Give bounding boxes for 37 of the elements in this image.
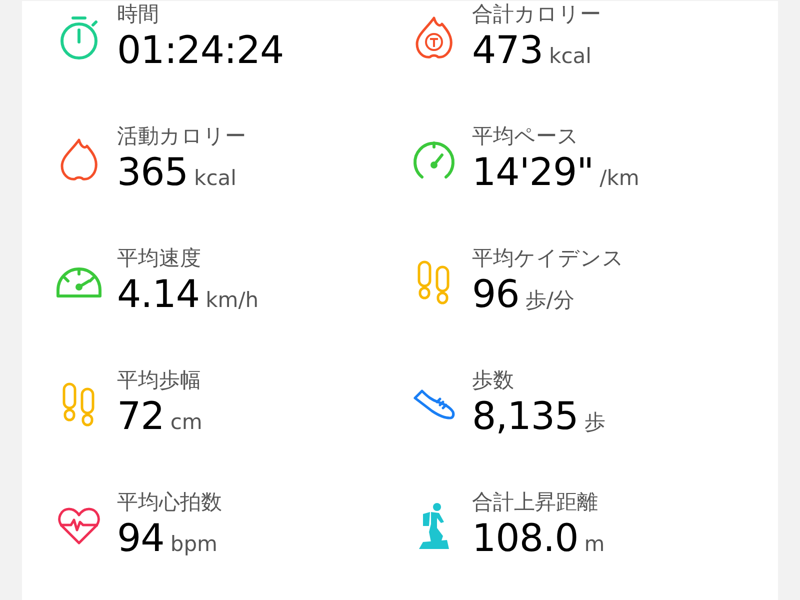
metric-label: 合計カロリー bbox=[472, 1, 601, 27]
metric-unit: 歩 bbox=[584, 409, 606, 436]
metric-value: 365 bbox=[117, 149, 188, 195]
metric-label: 合計上昇距離 bbox=[472, 489, 599, 515]
metric-unit: kcal bbox=[194, 166, 236, 190]
footprints-icon bbox=[416, 259, 452, 305]
metric-value: 4.14 bbox=[117, 271, 200, 317]
flame-letter-icon bbox=[414, 15, 454, 61]
metric-label: 平均歩幅 bbox=[117, 367, 202, 393]
metric-label: 平均速度 bbox=[117, 245, 202, 271]
metric-label: 平均心拍数 bbox=[117, 489, 222, 515]
metric-unit: m bbox=[584, 532, 605, 556]
metric-value: 72 bbox=[117, 393, 164, 439]
metric-label: 平均ケイデンス bbox=[472, 245, 624, 271]
metric-value: 8,135 bbox=[472, 393, 578, 439]
metric-label: 歩数 bbox=[472, 367, 515, 393]
metric-unit: kcal bbox=[549, 44, 592, 68]
metric-label: 平均ペース bbox=[472, 123, 580, 149]
metric-label: 活動カロリー bbox=[117, 123, 246, 149]
metric-unit: km/h bbox=[206, 288, 259, 312]
flame-icon bbox=[59, 137, 99, 183]
heart-pulse-icon bbox=[57, 506, 101, 546]
metric-unit: cm bbox=[170, 410, 202, 434]
metric-value: 96 bbox=[472, 271, 520, 317]
metric-value: 14'29" bbox=[472, 149, 594, 195]
metric-label: 時間 bbox=[117, 1, 160, 27]
metric-value: 108.0 bbox=[472, 515, 578, 561]
metric-unit: 歩/分 bbox=[525, 287, 574, 314]
metric-unit: /km bbox=[600, 166, 640, 190]
gauge-icon bbox=[411, 139, 457, 181]
shoe-icon bbox=[412, 387, 456, 421]
footprints-icon bbox=[61, 381, 97, 427]
metric-unit: bpm bbox=[170, 532, 218, 556]
metric-value: 473 bbox=[472, 27, 544, 73]
hiker-icon bbox=[417, 502, 451, 550]
metric-value: 01:24:24 bbox=[117, 27, 284, 73]
metric-value: 94 bbox=[117, 515, 164, 561]
